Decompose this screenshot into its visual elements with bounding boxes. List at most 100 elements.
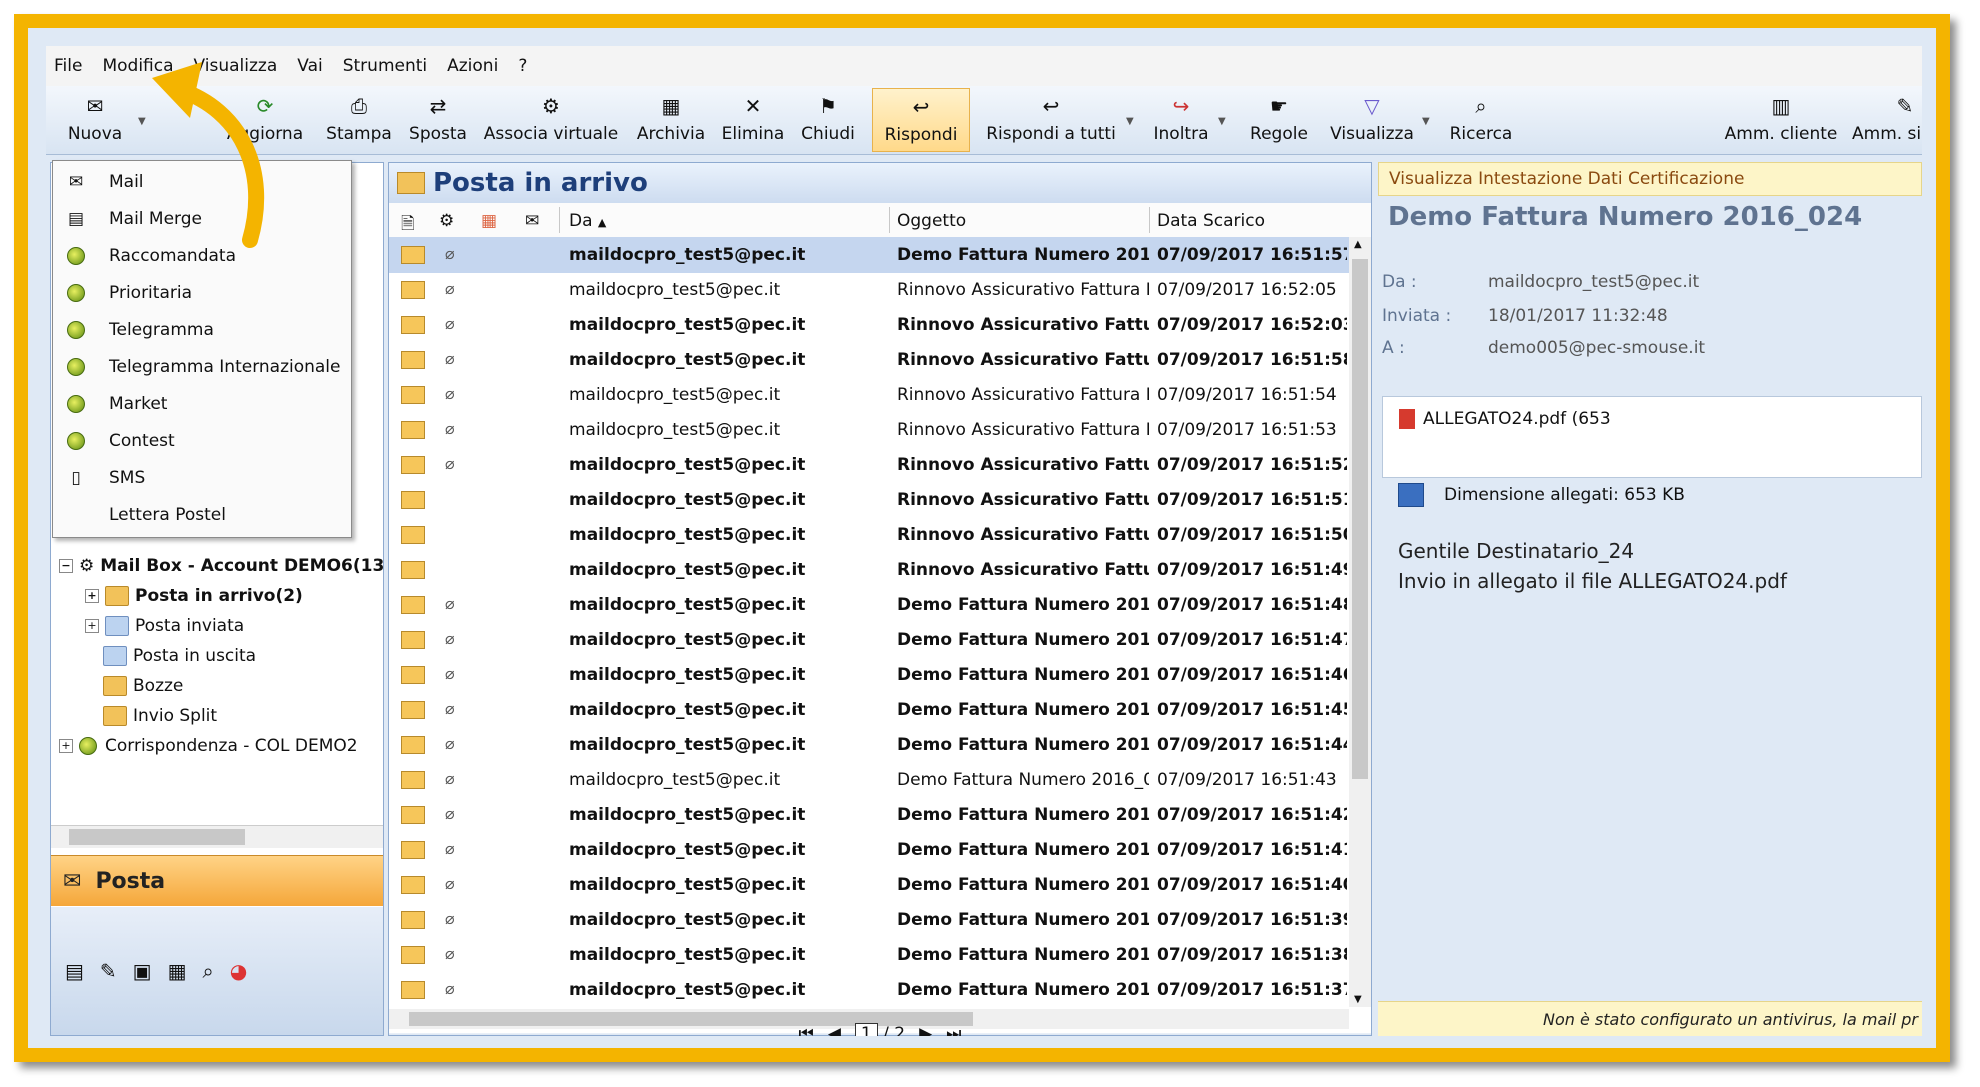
table-row[interactable]: maildocpro_test5@pec.it Rinnovo Assicurat… bbox=[389, 552, 1349, 588]
table-row[interactable]: ⌀ maildocpro_test5@pec.it Rinnovo Assicura… bbox=[389, 447, 1349, 483]
column-da[interactable]: Da ▲ bbox=[569, 211, 606, 231]
attachment-icon: ⌀ bbox=[445, 979, 455, 998]
table-row[interactable]: ⌀ maildocpro_test5@pec.it Rinnovo Assicura… bbox=[389, 377, 1349, 413]
chevron-down-icon[interactable]: ▼ bbox=[1126, 116, 1134, 127]
scrollbar-thumb[interactable] bbox=[69, 829, 245, 845]
menu-azioni[interactable]: Azioni bbox=[447, 56, 498, 76]
table-row[interactable]: ⌀ maildocpro_test5@pec.it Demo Fattura Num… bbox=[389, 692, 1349, 728]
archive-button[interactable]: ▦ Archivia bbox=[636, 88, 706, 150]
reply-button[interactable]: ↩ Rispondi bbox=[872, 88, 970, 152]
close-button[interactable]: ⚑ Chiudi bbox=[798, 88, 858, 150]
expand-icon[interactable]: + bbox=[85, 589, 99, 603]
menu-item-market[interactable]: Market bbox=[53, 385, 351, 422]
documents-icon[interactable]: ▦ bbox=[168, 959, 187, 983]
collapse-icon[interactable]: − bbox=[59, 559, 73, 573]
tasks-icon[interactable]: ✎ bbox=[100, 959, 117, 983]
table-row[interactable]: ⌀ maildocpro_test5@pec.it Demo Fattura Num… bbox=[389, 832, 1349, 868]
search-shortcut-icon[interactable]: ⌕ bbox=[202, 959, 213, 983]
menu-item-telegramma[interactable]: Telegramma bbox=[53, 311, 351, 348]
menu-item-prioritaria[interactable]: Prioritaria bbox=[53, 274, 351, 311]
tree-horizontal-scrollbar[interactable] bbox=[51, 825, 383, 848]
tree-outbox[interactable]: Posta in uscita bbox=[103, 643, 256, 669]
tree-mailbox[interactable]: − ⚙ Mail Box - Account DEMO6(13 bbox=[59, 553, 383, 579]
chevron-down-icon[interactable]: ▼ bbox=[1218, 116, 1226, 127]
chevron-down-icon[interactable]: ▼ bbox=[1422, 116, 1430, 127]
tree-sent[interactable]: + Posta inviata bbox=[85, 613, 244, 639]
tree-split[interactable]: Invio Split bbox=[103, 703, 217, 729]
save-attachments-icon[interactable] bbox=[1398, 483, 1424, 507]
list-vertical-scrollbar[interactable]: ▲ ▼ bbox=[1349, 237, 1371, 1007]
table-row[interactable]: ⌀ maildocpro_test5@pec.it Demo Fattura Num… bbox=[389, 727, 1349, 763]
table-row[interactable]: ⌀ maildocpro_test5@pec.it Rinnovo Assicura… bbox=[389, 342, 1349, 378]
table-row[interactable]: ⌀ maildocpro_test5@pec.it Demo Fattura Num… bbox=[389, 622, 1349, 658]
associate-virtual-button[interactable]: ⚙ Associa virtuale bbox=[484, 88, 618, 150]
menu-vai[interactable]: Vai bbox=[297, 56, 322, 76]
attachment-column-icon[interactable]: ⚙ bbox=[439, 211, 454, 231]
status-column-icon[interactable]: ✉ bbox=[525, 211, 539, 231]
contacts-icon[interactable]: ▤ bbox=[65, 959, 84, 983]
view-filter-button[interactable]: ▽ Visualizza bbox=[1326, 88, 1418, 150]
scroll-up-icon[interactable]: ▲ bbox=[1354, 239, 1362, 250]
table-row[interactable]: ⌀ maildocpro_test5@pec.it Rinnovo Assicura… bbox=[389, 307, 1349, 343]
delete-button[interactable]: ✕ Elimina bbox=[720, 88, 786, 150]
table-row[interactable]: ⌀ maildocpro_test5@pec.it Demo Fattura Num… bbox=[389, 657, 1349, 693]
table-row[interactable]: ⌀ maildocpro_test5@pec.it Demo Fattura Num… bbox=[389, 867, 1349, 903]
table-row[interactable]: ⌀ maildocpro_test5@pec.it Demo Fattura Num… bbox=[389, 797, 1349, 833]
system-admin-button[interactable]: ✎ Amm. sistem bbox=[1852, 88, 1922, 150]
table-row[interactable]: ⌀ maildocpro_test5@pec.it Demo Fattura Num… bbox=[389, 937, 1349, 973]
sender-cell: maildocpro_test5@pec.it bbox=[569, 420, 781, 440]
next-page-icon[interactable]: ▶ bbox=[919, 1024, 932, 1036]
move-button[interactable]: ⇄ Sposta bbox=[408, 88, 468, 150]
menu-help[interactable]: ? bbox=[518, 56, 527, 76]
folder-shortcut-icon[interactable]: ▣ bbox=[133, 959, 152, 983]
table-row[interactable]: maildocpro_test5@pec.it Rinnovo Assicurat… bbox=[389, 517, 1349, 553]
chevron-down-icon[interactable]: ▼ bbox=[138, 116, 146, 127]
reply-all-button[interactable]: ↩ Rispondi a tutti bbox=[986, 88, 1116, 150]
menu-item-telegramma-internazionale[interactable]: Telegramma Internazionale bbox=[53, 348, 351, 385]
new-button[interactable]: ✉ Nuova bbox=[60, 88, 130, 150]
table-row[interactable]: ⌀ maildocpro_test5@pec.it Rinnovo Assicura… bbox=[389, 412, 1349, 448]
tree-correspondence[interactable]: + Corrispondenza - COL DEMO2 bbox=[59, 733, 358, 759]
menu-item-sms[interactable]: ▯ SMS bbox=[53, 459, 351, 496]
table-row[interactable]: maildocpro_test5@pec.it Rinnovo Assicurat… bbox=[389, 482, 1349, 518]
menubar: File Modifica Visualizza Vai Strumenti A… bbox=[46, 46, 1922, 86]
chart-icon[interactable]: ◕ bbox=[230, 959, 247, 983]
doc-column-icon[interactable]: 🗎 bbox=[401, 211, 415, 240]
menu-file[interactable]: File bbox=[54, 56, 82, 76]
last-page-icon[interactable]: ⏭ bbox=[946, 1024, 961, 1036]
table-row[interactable]: ⌀ maildocpro_test5@pec.it Rinnovo Assicura… bbox=[389, 272, 1349, 308]
scrollbar-thumb[interactable] bbox=[1352, 259, 1368, 779]
subject-cell: Demo Fattura Numero 2016 bbox=[897, 700, 1149, 720]
table-row[interactable]: ⌀ maildocpro_test5@pec.it Demo Fattura Num… bbox=[389, 237, 1349, 273]
print-button[interactable]: ⎙ Stampa bbox=[324, 88, 394, 150]
search-button[interactable]: ⌕ Ricerca bbox=[1444, 88, 1518, 150]
tree-drafts[interactable]: Bozze bbox=[103, 673, 183, 699]
expand-icon[interactable]: + bbox=[59, 739, 73, 753]
menu-strumenti[interactable]: Strumenti bbox=[343, 56, 427, 76]
forward-button[interactable]: ↪ Inoltra bbox=[1146, 88, 1216, 150]
column-data-scarico[interactable]: Data Scarico bbox=[1157, 211, 1265, 231]
posta-section-button[interactable]: ✉ Posta bbox=[51, 855, 383, 906]
current-page-input[interactable]: 1 bbox=[854, 1023, 878, 1036]
table-row[interactable]: ⌀ maildocpro_test5@pec.it Demo Fattura Num… bbox=[389, 587, 1349, 623]
menu-item-contest[interactable]: Contest bbox=[53, 422, 351, 459]
column-oggetto[interactable]: Oggetto bbox=[897, 211, 966, 231]
tree-inbox[interactable]: + Posta in arrivo(2) bbox=[85, 583, 303, 609]
certification-data-link[interactable]: Visualizza Intestazione Dati Certificazi… bbox=[1378, 162, 1922, 196]
scroll-down-icon[interactable]: ▼ bbox=[1354, 994, 1362, 1005]
client-admin-button[interactable]: ▥ Amm. cliente bbox=[1724, 88, 1838, 150]
table-row[interactable]: ⌀ maildocpro_test5@pec.it Demo Fattura Num… bbox=[389, 762, 1349, 798]
client-admin-button-label: Amm. cliente bbox=[1724, 124, 1838, 144]
table-row[interactable]: ⌀ maildocpro_test5@pec.it Demo Fattura Num… bbox=[389, 902, 1349, 938]
first-page-icon[interactable]: ⏮ bbox=[799, 1024, 814, 1036]
table-row[interactable]: ⌀ maildocpro_test5@pec.it Demo Fattura Num… bbox=[389, 972, 1349, 1007]
prev-page-icon[interactable]: ◀ bbox=[828, 1024, 841, 1036]
attachment-link[interactable]: ALLEGATO24.pdf (653 bbox=[1423, 409, 1611, 429]
category-column-icon[interactable]: ▦ bbox=[481, 211, 497, 231]
menu-item-lettera-postel[interactable]: Lettera Postel bbox=[53, 496, 351, 533]
rules-button[interactable]: ☛ Regole bbox=[1244, 88, 1314, 150]
attachment-icon: ⌀ bbox=[445, 664, 455, 683]
attachment-icon: ⌀ bbox=[445, 594, 455, 613]
folder-icon bbox=[105, 586, 129, 606]
expand-icon[interactable]: + bbox=[85, 619, 99, 633]
